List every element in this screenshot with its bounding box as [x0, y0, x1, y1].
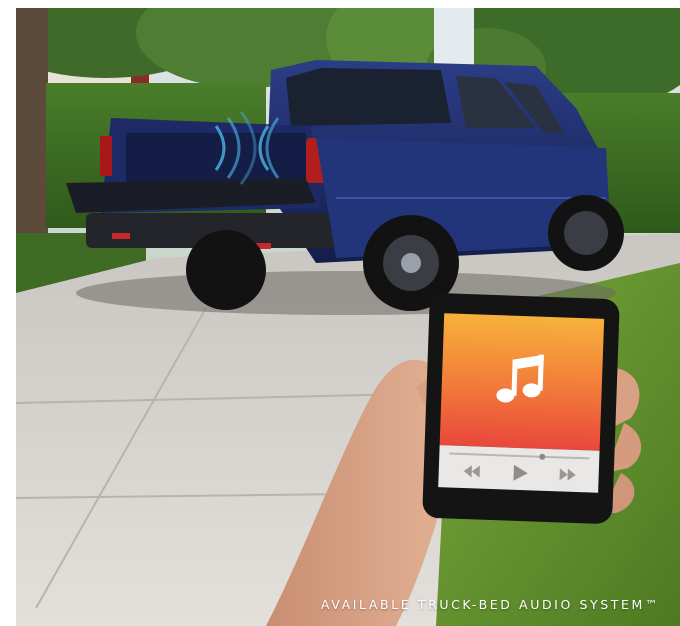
- phone-screen-artwork: [439, 313, 605, 451]
- scene-illustration: [16, 8, 680, 626]
- phone: [422, 293, 620, 524]
- caption-text: AVAILABLE TRUCK-BED AUDIO SYSTEM™: [320, 597, 660, 612]
- tree-trunk: [16, 8, 48, 248]
- product-photo: [16, 8, 680, 626]
